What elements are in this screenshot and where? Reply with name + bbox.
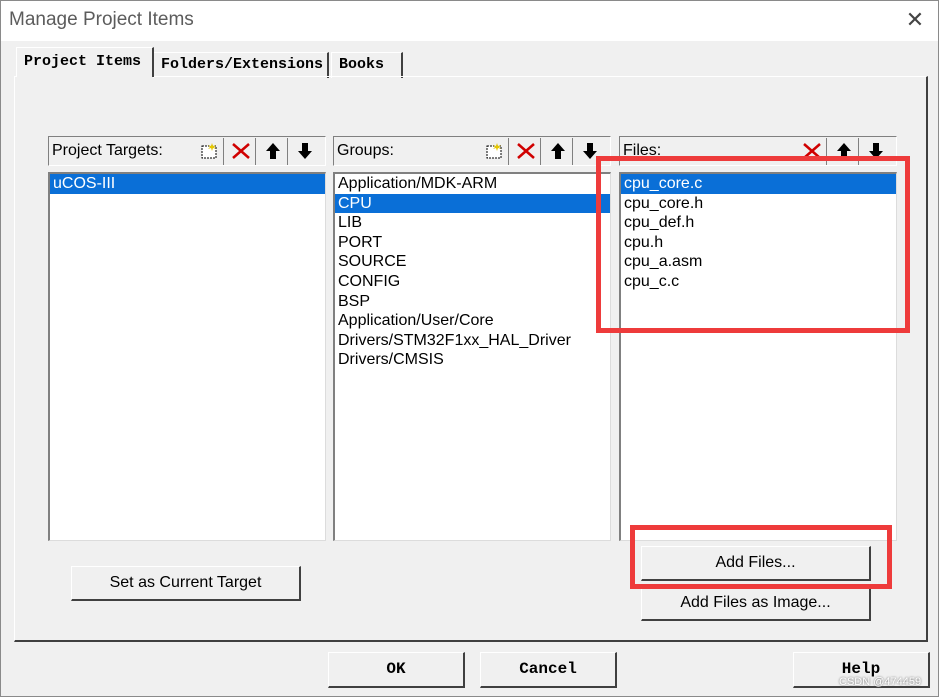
dialog-title: Manage Project Items xyxy=(9,9,194,30)
list-item[interactable]: cpu_a.asm xyxy=(621,252,896,272)
delete-icon xyxy=(802,143,821,159)
groups-list[interactable]: Application/MDK-ARM CPU LIB PORT SOURCE … xyxy=(333,172,611,541)
move-down-target-button[interactable] xyxy=(290,138,320,165)
move-up-target-button[interactable] xyxy=(258,138,288,165)
files-list[interactable]: cpu_core.c cpu_core.h cpu_def.h cpu.h cp… xyxy=(619,172,897,541)
list-item[interactable]: CONFIG xyxy=(335,272,610,292)
close-icon[interactable]: ✕ xyxy=(901,8,929,34)
targets-list[interactable]: uCOS-III xyxy=(48,172,326,541)
move-up-group-button[interactable] xyxy=(543,138,573,165)
files-header: Files: xyxy=(619,136,897,166)
title-bar: Manage Project Items ✕ xyxy=(1,1,938,41)
move-up-icon xyxy=(836,143,851,159)
list-item[interactable]: SOURCE xyxy=(335,252,610,272)
list-item[interactable]: cpu_def.h xyxy=(621,213,896,233)
list-item[interactable]: cpu_core.h xyxy=(621,194,896,214)
list-item[interactable]: uCOS-III xyxy=(50,174,325,194)
move-up-icon xyxy=(265,143,280,159)
files-label: Files: xyxy=(623,142,662,159)
add-files-button[interactable]: Add Files... xyxy=(641,546,871,581)
delete-target-button[interactable] xyxy=(226,138,256,165)
move-down-icon xyxy=(583,143,597,159)
list-item[interactable]: Application/User/Core xyxy=(335,311,610,331)
move-down-group-button[interactable] xyxy=(575,138,605,165)
set-current-target-button[interactable]: Set as Current Target xyxy=(71,566,301,601)
list-item[interactable]: LIB xyxy=(335,213,610,233)
delete-icon xyxy=(231,143,250,159)
groups-header: Groups: xyxy=(333,136,611,166)
list-item[interactable]: PORT xyxy=(335,233,610,253)
add-files-as-image-button[interactable]: Add Files as Image... xyxy=(641,586,871,621)
list-item[interactable]: Drivers/CMSIS xyxy=(335,350,610,370)
list-item[interactable]: CPU xyxy=(335,193,610,214)
move-up-file-button[interactable] xyxy=(829,138,859,165)
ok-button[interactable]: OK xyxy=(328,652,465,688)
move-down-file-button[interactable] xyxy=(861,138,891,165)
new-group-button[interactable] xyxy=(479,138,509,165)
targets-header: Project Targets: xyxy=(48,136,326,166)
manage-project-items-dialog: Manage Project Items ✕ Project Items Fol… xyxy=(0,0,939,697)
tab-folders-extensions[interactable]: Folders/Extensions xyxy=(153,52,329,78)
move-up-icon xyxy=(550,143,565,159)
tab-project-items[interactable]: Project Items xyxy=(16,47,154,77)
new-target-button[interactable] xyxy=(194,138,224,165)
move-down-icon xyxy=(298,143,312,159)
new-item-icon xyxy=(486,143,501,159)
groups-label: Groups: xyxy=(337,142,394,159)
delete-icon xyxy=(516,143,535,159)
tab-books[interactable]: Books xyxy=(331,52,403,78)
targets-label: Project Targets: xyxy=(52,142,163,159)
cancel-button[interactable]: Cancel xyxy=(480,652,617,688)
new-item-icon xyxy=(201,143,216,159)
move-down-icon xyxy=(869,143,883,159)
list-item[interactable]: BSP xyxy=(335,292,610,312)
list-item[interactable]: cpu_c.c xyxy=(621,272,896,292)
list-item[interactable]: cpu_core.c xyxy=(621,174,896,194)
list-item[interactable]: cpu.h xyxy=(621,233,896,253)
delete-group-button[interactable] xyxy=(511,138,541,165)
watermark: CSDN @474459 xyxy=(839,676,922,688)
delete-file-button[interactable] xyxy=(797,138,827,165)
list-item[interactable]: Application/MDK-ARM xyxy=(335,174,610,194)
list-item[interactable]: Drivers/STM32F1xx_HAL_Driver xyxy=(335,331,610,351)
